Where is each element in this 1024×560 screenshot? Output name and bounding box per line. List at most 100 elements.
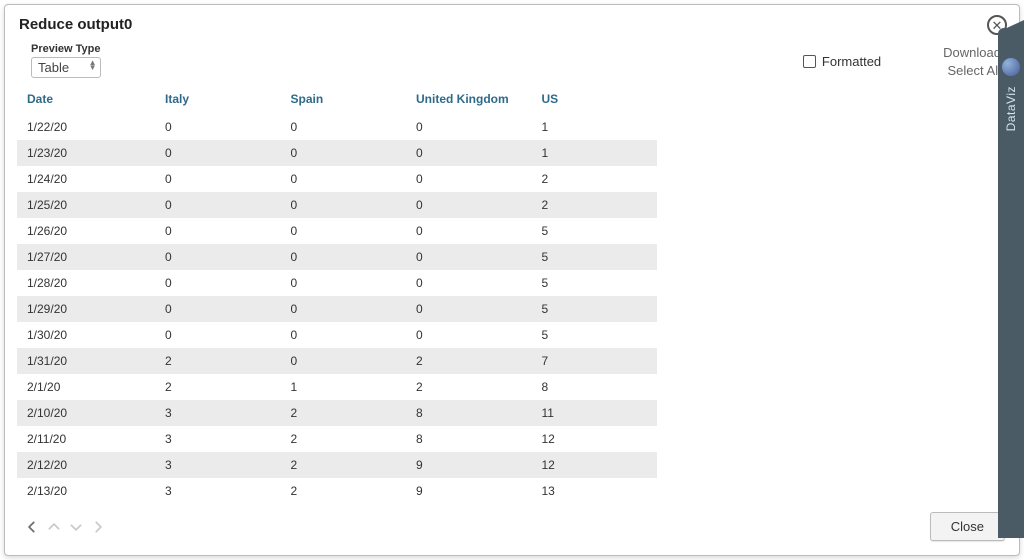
nav-chevrons (23, 518, 107, 536)
formatted-toggle[interactable]: Formatted (803, 54, 881, 69)
cell-us: 11 (531, 400, 657, 426)
cell-spain: 0 (281, 114, 406, 140)
cell-uk: 8 (406, 426, 531, 452)
cell-spain: 0 (281, 218, 406, 244)
cell-italy: 0 (155, 322, 280, 348)
cell-uk: 2 (406, 374, 531, 400)
dataviz-icon (1002, 58, 1020, 76)
preview-type-label: Preview Type (31, 43, 101, 55)
cell-uk: 9 (406, 478, 531, 502)
cell-spain: 0 (281, 322, 406, 348)
formatted-label: Formatted (822, 54, 881, 69)
cell-spain: 0 (281, 296, 406, 322)
cell-date: 1/27/20 (17, 244, 155, 270)
table-row[interactable]: 2/11/2032812 (17, 426, 657, 452)
cell-date: 1/31/20 (17, 348, 155, 374)
table-row[interactable]: 1/23/200001 (17, 140, 657, 166)
cell-italy: 0 (155, 218, 280, 244)
table-row[interactable]: 1/29/200005 (17, 296, 657, 322)
cell-uk: 0 (406, 244, 531, 270)
cell-italy: 0 (155, 296, 280, 322)
table-row[interactable]: 1/26/200005 (17, 218, 657, 244)
close-button[interactable]: Close (930, 512, 1005, 541)
table-row[interactable]: 1/30/200005 (17, 322, 657, 348)
cell-date: 1/23/20 (17, 140, 155, 166)
col-header-uk[interactable]: United Kingdom (406, 84, 531, 114)
cell-spain: 0 (281, 166, 406, 192)
table-row[interactable]: 1/25/200002 (17, 192, 657, 218)
select-all-link[interactable]: Select All (948, 63, 1001, 78)
cell-us: 2 (531, 192, 657, 218)
preview-type-group: Preview Type Table ▲▼ (31, 43, 101, 78)
col-header-date[interactable]: Date (17, 84, 155, 114)
cell-uk: 0 (406, 140, 531, 166)
cell-spain: 2 (281, 452, 406, 478)
cell-date: 2/10/20 (17, 400, 155, 426)
cell-italy: 3 (155, 452, 280, 478)
chevron-up-icon[interactable] (45, 518, 63, 536)
data-table: Date Italy Spain United Kingdom US 1/22/… (17, 84, 657, 502)
col-header-italy[interactable]: Italy (155, 84, 280, 114)
cell-uk: 0 (406, 114, 531, 140)
cell-spain: 2 (281, 400, 406, 426)
table-row[interactable]: 1/28/200005 (17, 270, 657, 296)
side-panel-tab[interactable]: DataViz (998, 28, 1024, 538)
chevron-right-icon[interactable] (89, 518, 107, 536)
cell-us: 5 (531, 218, 657, 244)
cell-date: 1/26/20 (17, 218, 155, 244)
table-row[interactable]: 2/1/202128 (17, 374, 657, 400)
cell-uk: 0 (406, 270, 531, 296)
col-header-spain[interactable]: Spain (281, 84, 406, 114)
toolbar: Preview Type Table ▲▼ Formatted Download… (5, 39, 1019, 84)
cell-italy: 3 (155, 478, 280, 502)
dialog-footer: Close (5, 502, 1019, 555)
cell-spain: 1 (281, 374, 406, 400)
cell-us: 8 (531, 374, 657, 400)
cell-spain: 0 (281, 140, 406, 166)
cell-date: 1/28/20 (17, 270, 155, 296)
cell-us: 2 (531, 166, 657, 192)
table-row[interactable]: 1/22/200001 (17, 114, 657, 140)
table-row[interactable]: 2/10/2032811 (17, 400, 657, 426)
table-area: Date Italy Spain United Kingdom US 1/22/… (5, 84, 995, 502)
preview-type-select[interactable]: Table ▲▼ (31, 57, 101, 78)
cell-date: 1/22/20 (17, 114, 155, 140)
table-row[interactable]: 1/27/200005 (17, 244, 657, 270)
dialog-body: Date Italy Spain United Kingdom US 1/22/… (5, 84, 1019, 502)
preview-type-value: Table (38, 60, 69, 75)
cell-date: 2/11/20 (17, 426, 155, 452)
cell-date: 2/1/20 (17, 374, 155, 400)
table-row[interactable]: 2/13/2032913 (17, 478, 657, 502)
cell-spain: 0 (281, 244, 406, 270)
cell-uk: 0 (406, 192, 531, 218)
cell-us: 12 (531, 452, 657, 478)
cell-uk: 2 (406, 348, 531, 374)
cell-uk: 0 (406, 166, 531, 192)
chevron-left-icon[interactable] (23, 518, 41, 536)
cell-us: 1 (531, 140, 657, 166)
cell-date: 2/12/20 (17, 452, 155, 478)
cell-uk: 9 (406, 452, 531, 478)
output-preview-dialog: Reduce output0 ✕ Preview Type Table ▲▼ F… (4, 4, 1020, 556)
download-link[interactable]: Download (943, 45, 1001, 60)
cell-us: 5 (531, 270, 657, 296)
table-row[interactable]: 1/24/200002 (17, 166, 657, 192)
cell-us: 12 (531, 426, 657, 452)
cell-italy: 3 (155, 426, 280, 452)
cell-spain: 0 (281, 270, 406, 296)
side-tab-flap-icon (998, 20, 1024, 32)
checkbox-icon (803, 55, 816, 68)
cell-uk: 0 (406, 296, 531, 322)
cell-date: 2/13/20 (17, 478, 155, 502)
cell-us: 5 (531, 296, 657, 322)
chevron-down-icon[interactable] (67, 518, 85, 536)
cell-italy: 0 (155, 192, 280, 218)
cell-spain: 2 (281, 426, 406, 452)
cell-date: 1/30/20 (17, 322, 155, 348)
table-row[interactable]: 2/12/2032912 (17, 452, 657, 478)
cell-uk: 0 (406, 322, 531, 348)
cell-italy: 0 (155, 244, 280, 270)
col-header-us[interactable]: US (531, 84, 657, 114)
cell-us: 7 (531, 348, 657, 374)
table-row[interactable]: 1/31/202027 (17, 348, 657, 374)
